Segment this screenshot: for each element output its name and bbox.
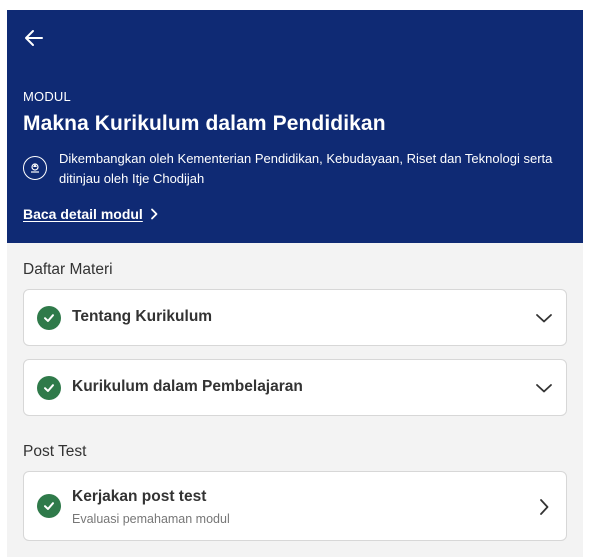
module-header: MODUL Makna Kurikulum dalam Pendidikan D… bbox=[7, 10, 583, 243]
module-detail-link[interactable]: Baca detail modul bbox=[23, 206, 159, 222]
module-detail-link-label: Baca detail modul bbox=[23, 206, 143, 222]
material-item-label: Tentang Kurikulum bbox=[72, 308, 213, 325]
top-margin bbox=[0, 0, 591, 10]
arrow-left-icon bbox=[25, 30, 43, 46]
chevron-right-icon bbox=[149, 208, 159, 220]
post-test-label: Kerjakan post test bbox=[72, 488, 207, 505]
back-button[interactable] bbox=[21, 26, 47, 50]
developer-info: Dikembangkan oleh Kementerian Pendidikan… bbox=[59, 151, 553, 186]
material-item-label: Kurikulum dalam Pembelajaran bbox=[72, 378, 303, 395]
chevron-down-icon[interactable] bbox=[534, 378, 554, 398]
material-item-kurikulum-dalam-pembelajaran[interactable]: Kurikulum dalam Pembelajaran bbox=[23, 359, 567, 416]
post-test-card[interactable]: Kerjakan post test Evaluasi pemahaman mo… bbox=[23, 471, 567, 541]
page-title: Makna Kurikulum dalam Pendidikan bbox=[23, 112, 386, 135]
module-page: MODUL Makna Kurikulum dalam Pendidikan D… bbox=[7, 10, 583, 557]
chevron-right-icon[interactable] bbox=[534, 497, 554, 517]
check-circle-icon bbox=[37, 306, 61, 330]
materials-heading: Daftar Materi bbox=[23, 261, 113, 278]
ministry-logo-icon bbox=[23, 156, 47, 180]
material-item-tentang-kurikulum[interactable]: Tentang Kurikulum bbox=[23, 289, 567, 346]
chevron-down-icon[interactable] bbox=[534, 308, 554, 328]
post-test-heading: Post Test bbox=[23, 443, 87, 460]
post-test-subtitle: Evaluasi pemahaman modul bbox=[72, 512, 230, 526]
module-eyebrow: MODUL bbox=[23, 89, 71, 104]
check-circle-icon bbox=[37, 376, 61, 400]
check-circle-icon bbox=[37, 494, 61, 518]
